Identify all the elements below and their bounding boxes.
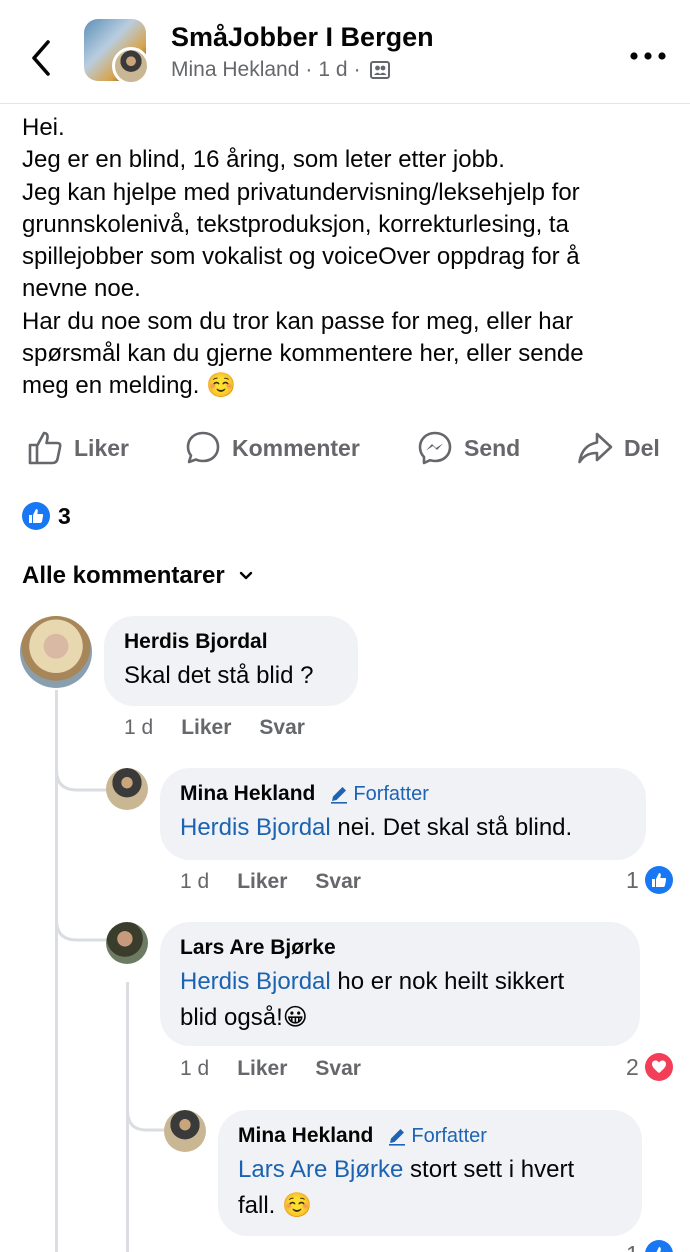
author-badge-label: Forfatter bbox=[353, 782, 429, 805]
comment-text: Herdis Bjordal ho er nok heilt sikkert b… bbox=[180, 964, 620, 1036]
post-line: meg en melding. ☺️ bbox=[22, 372, 236, 400]
comment-like-button[interactable]: Liker bbox=[237, 1057, 287, 1081]
back-button[interactable] bbox=[24, 36, 60, 80]
post-actions: Liker Kommenter Send Del bbox=[0, 420, 690, 476]
commenter-name[interactable]: Mina Hekland bbox=[238, 1124, 373, 1148]
post-line: spillejobber som vokalist og voiceOver o… bbox=[22, 243, 580, 271]
comment-button[interactable]: Kommenter bbox=[184, 426, 360, 470]
mention-link[interactable]: Herdis Bjordal bbox=[180, 814, 331, 841]
post-meta: Mina Hekland · 1 d · bbox=[171, 58, 391, 82]
post-line: Jeg kan hjelpe med privatundervisning/le… bbox=[22, 178, 580, 206]
send-button[interactable]: Send bbox=[416, 426, 520, 470]
post-line: Jeg er en blind, 16 åring, som leter ett… bbox=[22, 146, 505, 174]
comment-text-body: ho er nok heilt sikkert bbox=[330, 968, 565, 995]
comment-text: Skal det stå blid ? bbox=[124, 662, 314, 689]
commenter-name[interactable]: Herdis Bjordal bbox=[124, 630, 268, 654]
group-members-icon bbox=[369, 61, 390, 79]
comment-time: 1 d bbox=[180, 870, 210, 893]
author-badge: Forfatter bbox=[329, 783, 429, 806]
comment-bubble: Herdis Bjordal Skal det stå blid ? bbox=[104, 616, 358, 706]
post-line: nevne noe. bbox=[22, 275, 141, 303]
love-reaction-icon bbox=[644, 1053, 673, 1081]
comments-sort-dropdown[interactable]: Alle kommentarer bbox=[22, 562, 253, 590]
author-name[interactable]: Mina Hekland bbox=[171, 58, 299, 82]
chevron-left-icon bbox=[32, 40, 50, 76]
post-line: grunnskolenivå, tekstproduksjon, korrekt… bbox=[22, 210, 569, 238]
post-line: spørsmål kan du gjerne kommentere her, e… bbox=[22, 340, 584, 368]
comment-reactions[interactable]: 1 bbox=[626, 866, 673, 894]
comment-reactions[interactable]: 2 bbox=[626, 1053, 673, 1081]
thread-connector bbox=[55, 750, 107, 792]
post-body: Hei. Jeg er en blind, 16 åring, som lete… bbox=[22, 112, 672, 403]
mention-link[interactable]: Lars Are Bjørke bbox=[238, 1156, 403, 1183]
comment-reaction-count: 1 bbox=[626, 1241, 639, 1252]
author-avatar bbox=[112, 47, 150, 85]
reaction-count: 3 bbox=[58, 502, 71, 529]
share-label: Del bbox=[624, 434, 660, 461]
comment-reply-button[interactable]: Svar bbox=[259, 716, 305, 740]
like-label: Liker bbox=[74, 434, 129, 461]
comments-sort-label: Alle kommentarer bbox=[22, 562, 225, 589]
comment-reactions[interactable]: 1 bbox=[626, 1240, 673, 1252]
separator-dot: · bbox=[305, 58, 313, 81]
commenter-avatar[interactable] bbox=[106, 922, 148, 964]
thumbs-up-icon bbox=[28, 431, 62, 465]
post-line: Har du noe som du tror kan passe for meg… bbox=[22, 307, 573, 335]
like-reaction-icon bbox=[644, 866, 673, 894]
thread-connector bbox=[55, 900, 107, 942]
author-badge-label: Forfatter bbox=[411, 1124, 487, 1147]
comment-time: 1 d bbox=[180, 1057, 210, 1080]
more-icon bbox=[630, 52, 666, 60]
send-label: Send bbox=[464, 434, 521, 461]
more-options-button[interactable] bbox=[628, 46, 668, 66]
separator-dot: · bbox=[353, 58, 361, 81]
comment-text-body: blid også!😀 bbox=[180, 1004, 308, 1031]
commenter-name[interactable]: Lars Are Bjørke bbox=[180, 936, 336, 960]
group-avatar[interactable] bbox=[84, 19, 150, 85]
comment-meta: 1 d Liker Svar bbox=[180, 1057, 361, 1081]
comment-bubble: Lars Are Bjørke Herdis Bjordal ho er nok… bbox=[160, 922, 640, 1046]
like-button[interactable]: Liker bbox=[26, 426, 129, 470]
comment-reply-button[interactable]: Svar bbox=[315, 1057, 361, 1081]
comment-text-body: nei. Det skal stå blind. bbox=[330, 814, 573, 841]
chevron-down-icon bbox=[239, 571, 252, 580]
comment-like-button[interactable]: Liker bbox=[181, 716, 231, 740]
comment-text-body: fall. ☺️ bbox=[238, 1192, 312, 1219]
comment-reply-button[interactable]: Svar bbox=[315, 870, 361, 894]
comment-text: Lars Are Bjørke stort sett i hvert fall.… bbox=[238, 1152, 622, 1224]
group-name[interactable]: SmåJobber I Bergen bbox=[171, 22, 434, 53]
comment-like-button[interactable]: Liker bbox=[237, 870, 287, 894]
comment-icon bbox=[186, 431, 220, 464]
pencil-icon bbox=[331, 787, 348, 804]
post-header: SmåJobber I Bergen Mina Hekland · 1 d · bbox=[0, 0, 690, 104]
comment-meta: 1 d Liker Svar bbox=[124, 716, 305, 740]
mention-link[interactable]: Herdis Bjordal bbox=[180, 968, 331, 995]
pencil-icon bbox=[389, 1129, 406, 1146]
post-time: 1 d bbox=[318, 58, 348, 81]
commenter-avatar[interactable] bbox=[164, 1110, 206, 1152]
comment-bubble: Mina Hekland Forfatter Lars Are Bjørke s… bbox=[218, 1110, 642, 1236]
comment-bubble: Mina Hekland Forfatter Herdis Bjordal ne… bbox=[160, 768, 646, 860]
comment-label: Kommenter bbox=[232, 434, 360, 461]
like-reaction-icon bbox=[22, 502, 50, 530]
comment-meta: 1 d Liker Svar bbox=[180, 870, 361, 894]
comment-text: Herdis Bjordal nei. Det skal stå blind. bbox=[180, 810, 626, 846]
comment-reaction-count: 2 bbox=[626, 1053, 639, 1080]
commenter-avatar[interactable] bbox=[106, 768, 148, 810]
share-button[interactable]: Del bbox=[576, 426, 660, 470]
author-badge: Forfatter bbox=[387, 1125, 487, 1148]
like-reaction-icon bbox=[644, 1240, 673, 1252]
post-line: Hei. bbox=[22, 114, 65, 141]
share-icon bbox=[578, 432, 613, 464]
reaction-summary[interactable]: 3 bbox=[22, 502, 71, 530]
comment-text-body: stort sett i hvert bbox=[403, 1156, 575, 1183]
commenter-name[interactable]: Mina Hekland bbox=[180, 782, 315, 806]
commenter-avatar[interactable] bbox=[20, 616, 92, 688]
comment-time: 1 d bbox=[124, 716, 154, 739]
comment-reaction-count: 1 bbox=[626, 866, 639, 893]
messenger-icon bbox=[418, 431, 452, 465]
